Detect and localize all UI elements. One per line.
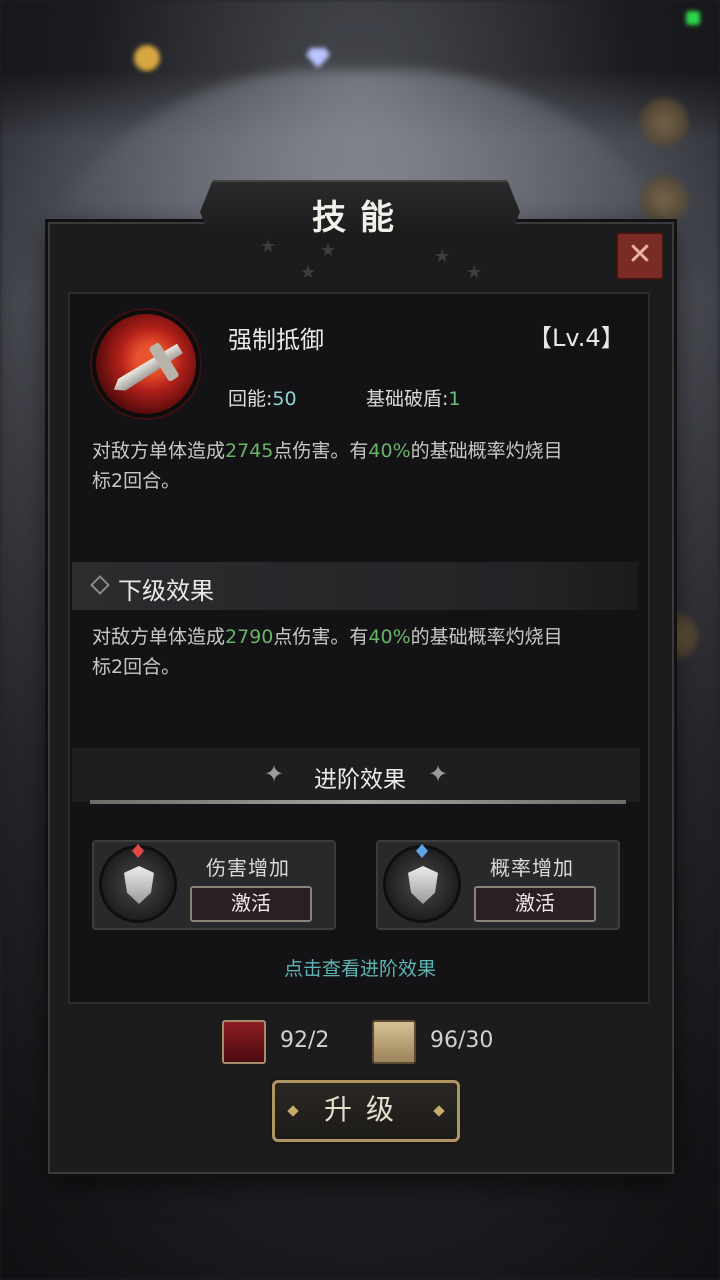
desc-text: 的基础概率灼烧目 — [410, 626, 563, 648]
cost-value: 96/30 — [430, 1028, 494, 1053]
skill-icon — [96, 314, 196, 414]
break-stat: 基础破盾:1 — [366, 384, 461, 411]
desc-text: 标2回合。 — [92, 656, 181, 678]
star-icon: ★ — [434, 246, 451, 267]
red-gem-icon — [132, 844, 144, 858]
desc-text: 标2回合。 — [92, 470, 181, 492]
view-advanced-link[interactable]: 点击查看进阶效果 — [0, 954, 720, 981]
energy-label: 回能: — [228, 388, 273, 410]
desc-text: 的基础概率灼烧目 — [410, 440, 563, 462]
energy-value: 50 — [272, 388, 297, 410]
desc-damage: 2790 — [225, 626, 274, 648]
star-icon: ★ — [300, 262, 317, 283]
diamond-icon — [433, 1105, 445, 1117]
gem-icon — [306, 48, 330, 68]
sparkle-icon: ✦ — [428, 760, 449, 788]
red-book-icon — [222, 1020, 266, 1064]
next-level-description: 对敌方单体造成2790点伤害。有40%的基础概率灼烧目标2回合。 — [92, 622, 642, 682]
battery-icon — [686, 11, 700, 25]
upgrade-button[interactable]: 升级 — [272, 1080, 460, 1142]
skill-description: 对敌方单体造成2745点伤害。有40%的基础概率灼烧目标2回合。 — [92, 436, 642, 496]
shield-icon — [124, 866, 154, 904]
diamond-icon — [287, 1105, 299, 1117]
advanced-card-label: 概率增加 — [490, 856, 574, 880]
skill-level: 【Lv.4】 — [528, 324, 625, 352]
close-icon: ✕ — [627, 237, 653, 272]
star-icon: ★ — [320, 240, 337, 261]
cost-value: 92/2 — [280, 1028, 330, 1053]
upgrade-label: 升级 — [323, 1093, 408, 1126]
shield-icon — [408, 866, 438, 904]
close-button[interactable]: ✕ — [616, 232, 664, 280]
panel-title: 技能 — [312, 198, 408, 238]
desc-damage: 2745 — [225, 440, 274, 462]
activate-button[interactable]: 激活 — [190, 886, 312, 922]
activate-button[interactable]: 激活 — [474, 886, 596, 922]
divider — [90, 800, 626, 804]
star-icon: ★ — [260, 236, 277, 257]
desc-percent: 40% — [368, 626, 411, 648]
status-bar — [0, 0, 720, 40]
scroll-icon — [372, 1020, 416, 1064]
next-level-title: 下级效果 — [118, 577, 214, 605]
gem-resource — [306, 40, 338, 76]
advanced-card-damage[interactable]: 伤害增加 激活 — [92, 840, 336, 930]
star-icon: ★ — [466, 262, 483, 283]
desc-text: 点伤害。有 — [273, 626, 369, 648]
energy-stat: 回能:50 — [228, 384, 297, 411]
coin-resource — [134, 40, 168, 76]
shield-lock-icon — [102, 844, 174, 920]
advanced-title: 进阶效果 — [314, 767, 406, 793]
shield-lock-icon — [386, 844, 458, 920]
desc-percent: 40% — [368, 440, 411, 462]
advanced-card-chance[interactable]: 概率增加 激活 — [376, 840, 620, 930]
skill-name: 强制抵御 — [228, 326, 324, 354]
advanced-card-label: 伤害增加 — [206, 856, 290, 880]
coin-icon — [134, 45, 160, 71]
desc-text: 对敌方单体造成 — [92, 626, 226, 648]
break-label: 基础破盾: — [366, 388, 449, 410]
desc-text: 对敌方单体造成 — [92, 440, 226, 462]
blue-gem-icon — [416, 844, 428, 858]
desc-text: 点伤害。有 — [273, 440, 369, 462]
break-value: 1 — [448, 388, 461, 410]
